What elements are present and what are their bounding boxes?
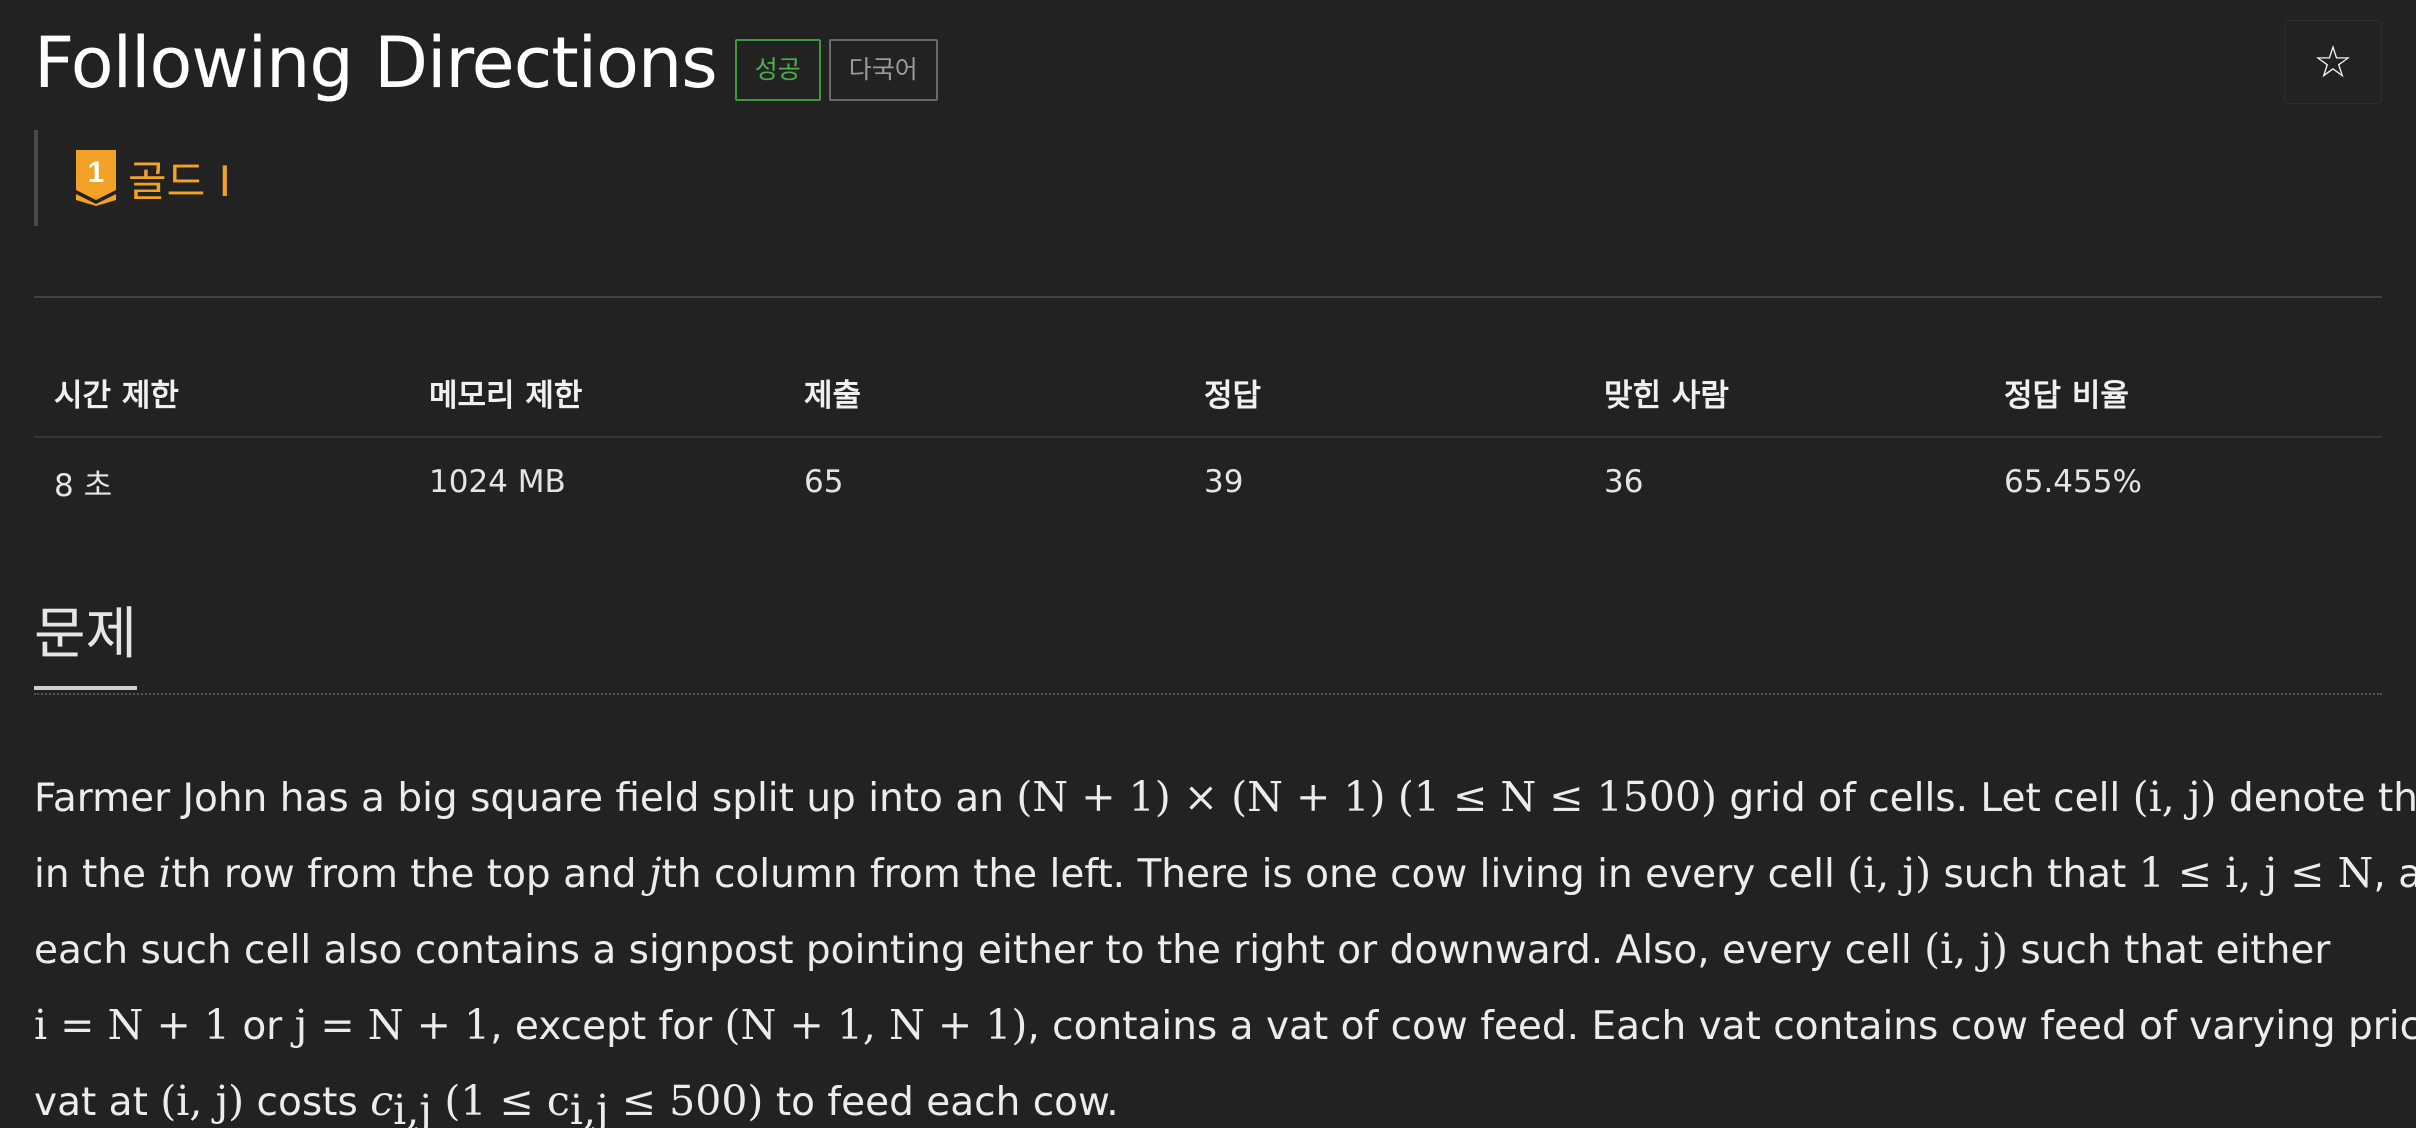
text-run: grid of cells. Let cell	[1717, 776, 2133, 821]
problem-line: each such cell also contains a signpost …	[34, 912, 2382, 988]
math-run: i	[158, 849, 172, 897]
problem-line: Farmer John has a big square field split…	[34, 760, 2416, 836]
time-limit-value: 8 초	[54, 467, 113, 504]
math-run: ≤ 500)	[608, 1077, 764, 1125]
problem-description: Farmer John has a big square field split…	[34, 760, 2416, 1128]
math-subscript: i,j	[393, 1085, 433, 1128]
header-submissions: 제출	[804, 377, 862, 414]
info-value-row: 8 초 1024 MB 65 39 36 65.455%	[34, 438, 2382, 526]
header-time-limit: 시간 제한	[54, 377, 179, 414]
math-run: (i, j)	[1847, 849, 1932, 897]
text-run: in the	[34, 852, 159, 897]
math-subscript: i,j	[569, 1085, 609, 1128]
star-outline-icon: ☆	[2313, 36, 2353, 88]
header-accept-ratio: 정답 비율	[2004, 377, 2129, 414]
problem-info-table: 시간 제한 메모리 제한 제출 정답 맞힌 사람 정답 비율 8 초 1024 …	[34, 348, 2382, 526]
memory-limit-value: 1024 MB	[429, 464, 566, 500]
problem-line: i = N + 1 or j = N + 1, except for (N + …	[34, 988, 2416, 1064]
problem-page: Following Directions 성공 다국어 ☆ 1 골드 I 시간 …	[0, 0, 2416, 1128]
math-run: (1 ≤ N ≤ 1500)	[1397, 773, 1718, 821]
text-run: denote the cell	[2228, 776, 2416, 821]
page-title: Following Directions	[34, 22, 718, 104]
tier-label[interactable]: 골드 I	[128, 148, 231, 209]
problem-line: vat at (i, j) costs ci,j (1 ≤ ci,j ≤ 500…	[34, 1064, 2382, 1128]
info-header-row: 시간 제한 메모리 제한 제출 정답 맞힌 사람 정답 비율	[34, 348, 2382, 438]
text-run: costs	[244, 1080, 371, 1125]
math-run: (i, j)	[2132, 773, 2217, 821]
math-run: (1 ≤ c	[444, 1077, 570, 1125]
header-accepted: 정답	[1204, 377, 1262, 414]
math-run: 1 ≤ i, j ≤ N	[2138, 849, 2374, 897]
math-run: c	[370, 1077, 394, 1125]
title-row: Following Directions 성공 다국어	[34, 18, 938, 108]
success-badge[interactable]: 성공	[734, 39, 821, 101]
accepted-value[interactable]: 39	[1184, 464, 1584, 500]
math-run: j	[648, 849, 662, 897]
solved-users-value[interactable]: 36	[1584, 464, 1984, 500]
text-run: each such cell also contains a signpost …	[34, 928, 1925, 973]
math-run: (i, j)	[160, 1077, 245, 1125]
text-run: or	[229, 1004, 295, 1049]
math-run: (N + 1, N + 1)	[724, 1001, 1028, 1049]
text-run: vat at	[34, 1080, 161, 1125]
favorite-star-button[interactable]: ☆	[2284, 20, 2382, 104]
text-run: , contains a vat of cow feed. Each vat c…	[1027, 1004, 2416, 1049]
text-run: such that	[1931, 852, 2139, 897]
accept-ratio-value: 65.455%	[2004, 464, 2142, 500]
text-run: such that either	[2007, 928, 2331, 973]
math-run: j = N + 1	[294, 1001, 491, 1049]
header-divider	[34, 296, 2382, 298]
tier-block: 1 골드 I	[34, 130, 231, 226]
text-run: Farmer John has a big square field split…	[34, 776, 1017, 821]
submissions-value[interactable]: 65	[784, 464, 1184, 500]
header-memory-limit: 메모리 제한	[429, 377, 583, 414]
math-run: i = N + 1	[34, 1001, 230, 1049]
problem-line: in the ith row from the top and jth colu…	[34, 836, 2416, 912]
section-heading-problem: 문제	[34, 600, 138, 690]
text-run: th column from the left. There is one co…	[661, 852, 1848, 897]
math-run: (i, j)	[1924, 925, 2008, 973]
text-run: , except for	[490, 1004, 725, 1049]
header-solved-users: 맞힌 사람	[1604, 377, 1729, 414]
text-run: th row from the top and	[171, 852, 649, 897]
math-run: (N + 1) × (N + 1)	[1016, 773, 1386, 821]
section-underline	[34, 693, 2382, 695]
text-run: , and	[2373, 852, 2416, 897]
text-run: to feed each cow.	[763, 1080, 1119, 1125]
text-run	[1385, 776, 1397, 821]
tier-number: 1	[88, 156, 105, 189]
multilang-badge[interactable]: 다국어	[828, 39, 938, 101]
gold-tier-icon: 1	[76, 150, 116, 206]
text-run	[432, 1080, 444, 1125]
